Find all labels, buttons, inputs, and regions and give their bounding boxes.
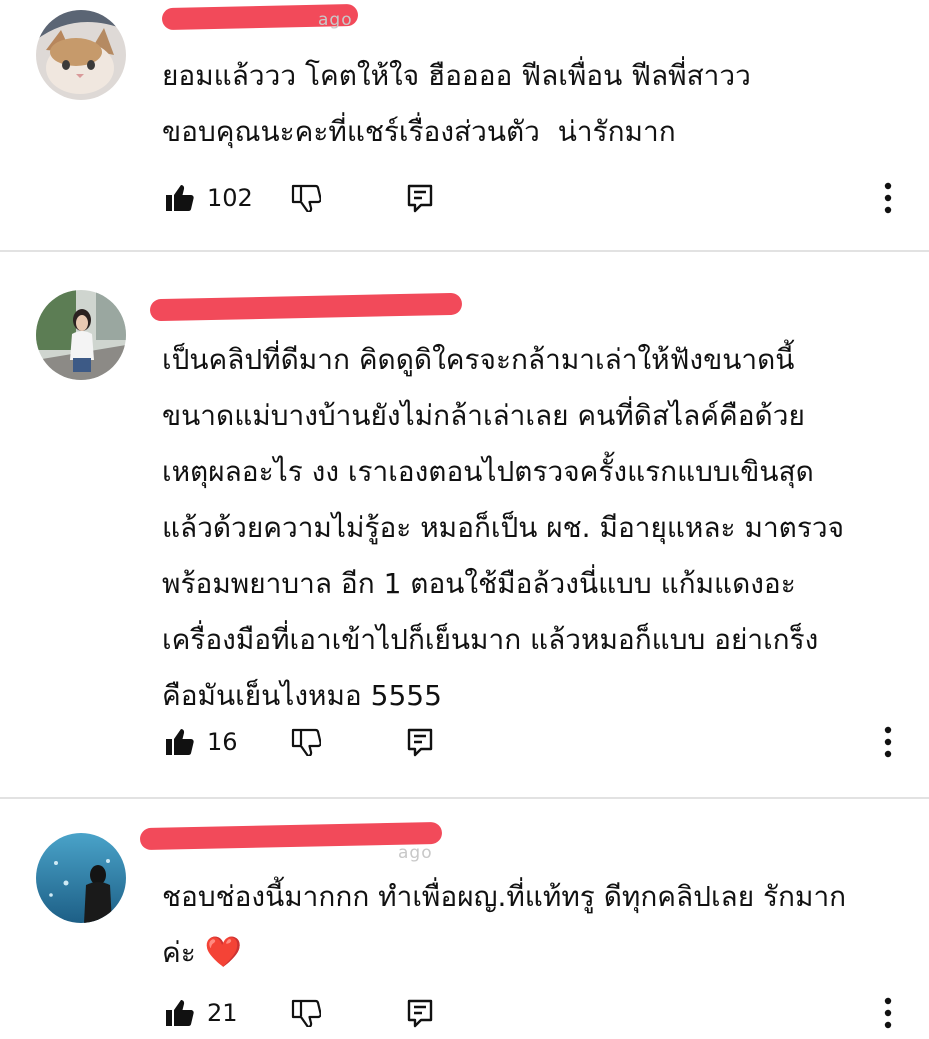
like-count: 102 [207,184,253,212]
more-vert-icon[interactable] [876,724,900,760]
reply-icon[interactable] [404,726,436,758]
avatar[interactable] [36,10,126,100]
heart-emoji: ❤️ [204,935,243,970]
more-vert-icon[interactable] [876,180,900,216]
comment-text: เป็นคลิปที่ดีมาก คิดดูดิใครจะกล้ามาเล่าใ… [162,343,845,712]
comment-actions: 16 [0,722,929,762]
comment-text-body: ชอบช่องนี้มากกก ทำเพื่อผญ.ที่แท้ทรู ดีทุ… [162,880,847,969]
comment-actions: 102 [0,178,929,218]
thumb-up-icon[interactable] [163,997,195,1029]
comment-meta: ago [398,843,433,863]
thumb-down-icon[interactable] [290,182,322,214]
thumb-up-icon[interactable] [163,726,195,758]
cat-avatar-image [36,10,126,100]
more-vert-icon[interactable] [876,995,900,1031]
comment-text: ชอบช่องนี้มากกก ทำเพื่อผญ.ที่แท้ทรู ดีทุ… [162,869,902,981]
thumb-up-icon[interactable] [163,182,195,214]
aquarium-avatar-image [36,833,126,923]
comment-2: เป็นคลิปที่ดีมาก คิดดูดิใครจะกล้ามาเล่าใ… [0,252,929,797]
redacted-username [149,292,463,322]
redacted-username [139,821,443,851]
thumb-down-icon[interactable] [290,997,322,1029]
like-count: 16 [207,728,238,756]
avatar[interactable] [36,290,126,380]
comment-1: ago ยอมแล้ววว โคตให้ใจ ฮืออออ ฟีลเพื่อน … [0,0,929,250]
woman-street-avatar-image [36,290,126,380]
avatar[interactable] [36,833,126,923]
thumb-down-icon[interactable] [290,726,322,758]
comment-meta: ago [318,10,353,30]
comment-actions: 21 [0,993,929,1033]
comment-text: ยอมแล้ววว โคตให้ใจ ฮืออออ ฟีลเพื่อน ฟีลพ… [162,59,751,148]
like-count: 21 [207,999,238,1027]
comment-3: ago ชอบช่องนี้มากกก ทำเพื่อผญ.ที่แท้ทรู … [0,799,929,1039]
reply-icon[interactable] [404,182,436,214]
reply-icon[interactable] [404,997,436,1029]
